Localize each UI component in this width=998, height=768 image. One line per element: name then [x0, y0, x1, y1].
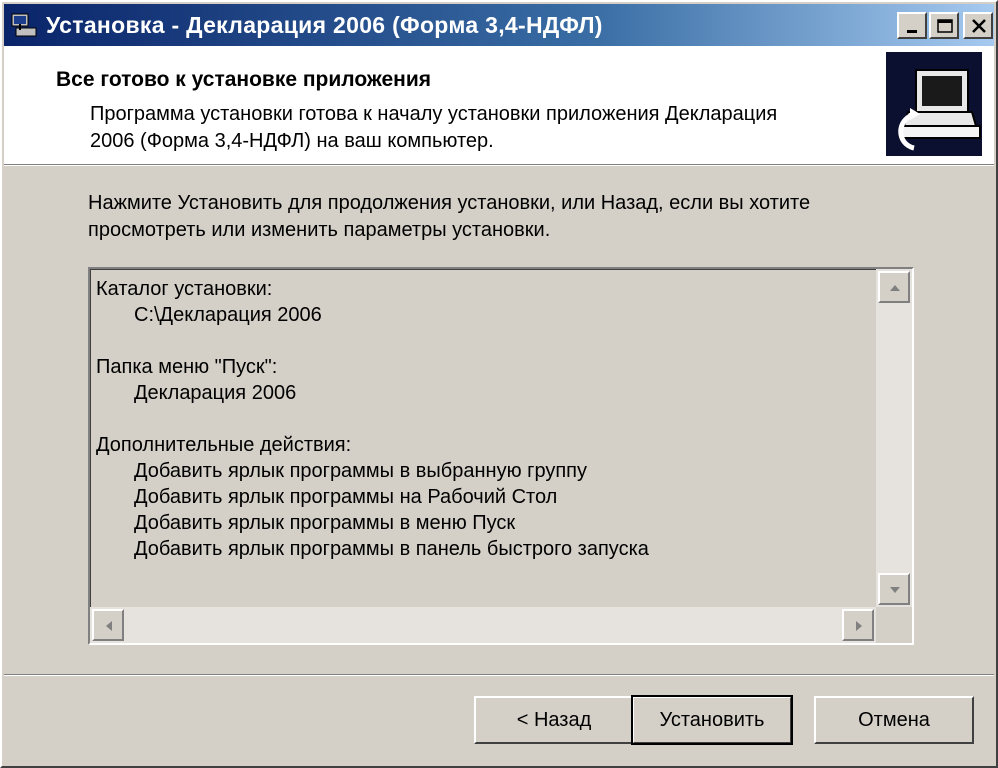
- page-subtitle: Программа установки готова к началу уста…: [90, 101, 870, 155]
- scrollbar-corner: [876, 607, 912, 643]
- ready-memo[interactable]: Каталог установки: C:\Декларация 2006 Па…: [88, 267, 914, 645]
- computer-install-icon: [886, 52, 982, 156]
- task-item: Добавить ярлык программы на Рабочий Стол: [134, 486, 558, 508]
- close-button[interactable]: [963, 12, 993, 39]
- horizontal-scrollbar[interactable]: [90, 607, 876, 643]
- start-menu-label: Папка меню "Пуск":: [96, 356, 278, 378]
- scroll-up-button[interactable]: [878, 271, 910, 303]
- subtitle-line: Программа установки готова к началу уста…: [90, 103, 778, 125]
- instructions-text: Нажмите Установить для продолжения устан…: [88, 190, 908, 244]
- maximize-button[interactable]: [929, 12, 959, 39]
- instructions-line: Нажмите Установить для продолжения устан…: [88, 192, 811, 214]
- close-icon: [972, 19, 986, 33]
- installer-window: Установка - Декларация 2006 (Форма 3,4-Н…: [0, 0, 998, 768]
- arrow-up-icon: [890, 285, 900, 291]
- scroll-down-button[interactable]: [878, 573, 910, 605]
- page-title: Все готово к установке приложения: [56, 68, 432, 91]
- back-button[interactable]: < Назад: [474, 696, 634, 744]
- install-dir-value: C:\Декларация 2006: [134, 304, 322, 326]
- task-item: Добавить ярлык программы в меню Пуск: [134, 512, 516, 534]
- install-button[interactable]: Установить: [631, 695, 793, 745]
- memo-text: Каталог установки: C:\Декларация 2006 Па…: [96, 276, 649, 562]
- subtitle-line: 2006 (Форма 3,4-НДФЛ) на ваш компьютер.: [90, 130, 494, 152]
- arrow-right-icon: [856, 621, 862, 631]
- vertical-scrollbar[interactable]: [876, 269, 912, 607]
- minimize-button[interactable]: [897, 12, 927, 39]
- task-item: Добавить ярлык программы в панель быстро…: [134, 538, 649, 560]
- scroll-right-button[interactable]: [842, 609, 874, 641]
- wizard-header: Все готово к установке приложения Програ…: [4, 46, 994, 164]
- cancel-button[interactable]: Отмена: [814, 696, 974, 744]
- tasks-label: Дополнительные действия:: [96, 434, 352, 456]
- footer-divider: [4, 674, 994, 676]
- window-title: Установка - Декларация 2006 (Форма 3,4-Н…: [46, 12, 603, 38]
- start-menu-value: Декларация 2006: [134, 382, 297, 404]
- minimize-icon: [907, 30, 917, 33]
- instructions-line: просмотреть или изменить параметры устан…: [88, 219, 551, 241]
- arrow-down-icon: [890, 587, 900, 593]
- installer-icon: [10, 12, 38, 38]
- memo-content: Каталог установки: C:\Декларация 2006 Па…: [90, 269, 876, 607]
- header-divider: [4, 164, 994, 166]
- task-item: Добавить ярлык программы в выбранную гру…: [134, 460, 587, 482]
- install-dir-label: Каталог установки:: [96, 278, 273, 300]
- maximize-icon: [937, 19, 953, 33]
- arrow-left-icon: [106, 621, 112, 631]
- title-bar[interactable]: Установка - Декларация 2006 (Форма 3,4-Н…: [4, 4, 994, 46]
- scroll-left-button[interactable]: [92, 609, 124, 641]
